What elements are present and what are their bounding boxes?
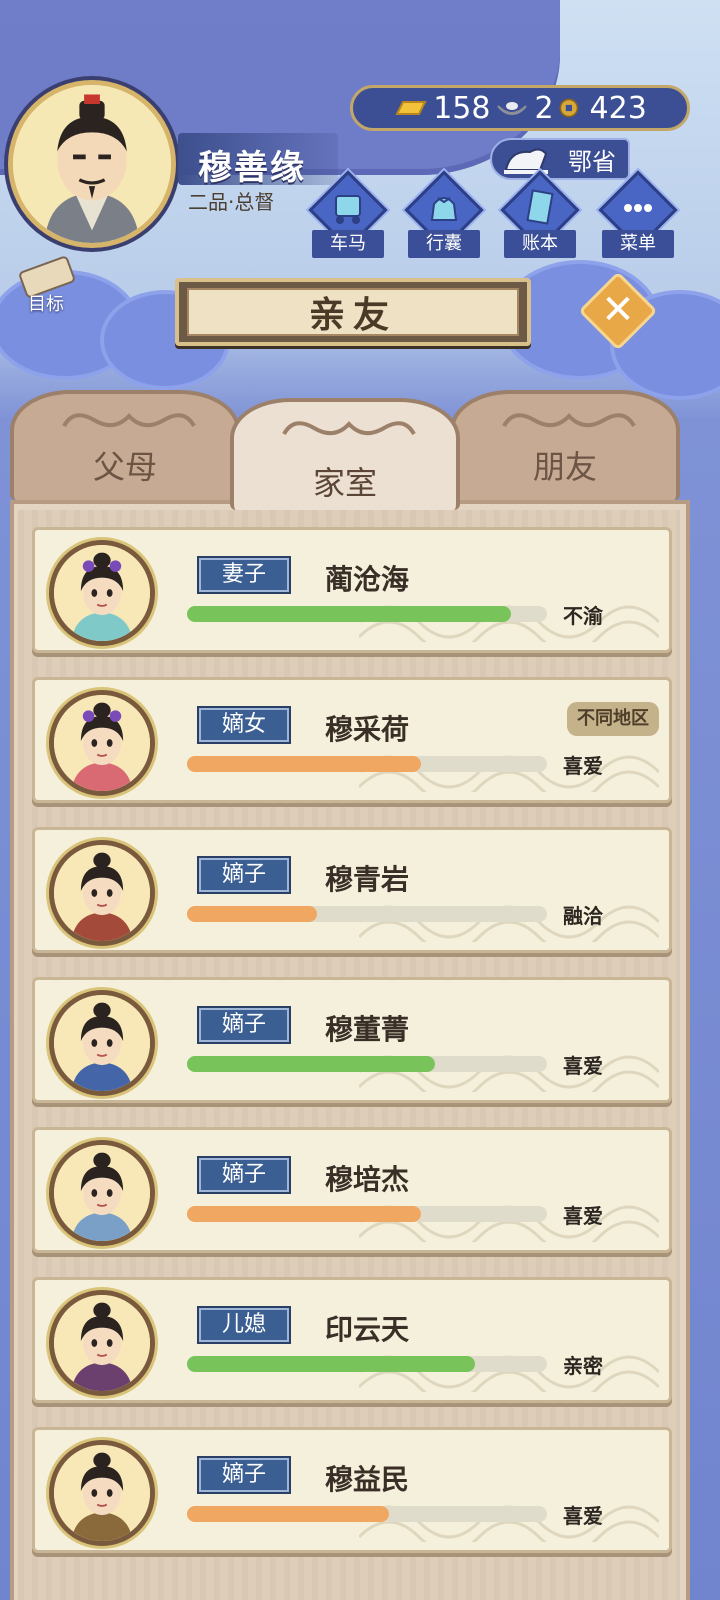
gold-bar-icon <box>395 101 427 115</box>
relation-name: 穆青岩 <box>325 863 410 896</box>
relation-card[interactable]: 嫡子 穆董菁 喜爱 <box>32 977 672 1103</box>
gold-amount: 158 <box>433 90 491 126</box>
affection-bar-fill <box>187 606 511 622</box>
affection-bar <box>187 756 547 772</box>
ledger-icon <box>526 189 554 225</box>
relation-mood: 喜爱 <box>563 1054 603 1078</box>
tab-label-friends: 朋友 <box>532 448 597 486</box>
player-name: 穆善缘 <box>198 148 306 188</box>
relation-portrait <box>49 990 155 1096</box>
location-tag: 不同地区 <box>567 702 659 736</box>
menu-button-bag[interactable]: 行囊 <box>404 170 484 262</box>
tab-household[interactable]: 家室 <box>230 398 460 510</box>
relation-card[interactable]: 妻子 蔺沧海 不渝 <box>32 527 672 653</box>
menu-label-bag: 行囊 <box>408 230 480 258</box>
relation-card[interactable]: 嫡子 穆青岩 融洽 <box>32 827 672 953</box>
affection-bar-fill <box>187 1506 389 1522</box>
relation-mood: 喜爱 <box>563 1204 603 1228</box>
menu-label-more: 菜单 <box>602 230 674 258</box>
page-title: 亲友 <box>308 295 397 336</box>
affection-bar-fill <box>187 1206 421 1222</box>
male-portrait-icon <box>54 995 150 1091</box>
close-icon: ✕ <box>601 287 635 333</box>
cloud-swirl-icon <box>502 413 636 428</box>
relation-name: 穆益民 <box>325 1463 410 1496</box>
menu-button-ledger[interactable]: 账本 <box>500 170 580 262</box>
male-portrait-icon <box>54 1445 150 1541</box>
relation-role: 嫡子 <box>197 1456 291 1494</box>
relation-name: 穆董菁 <box>325 1013 410 1046</box>
relation-mood: 喜爱 <box>563 1504 603 1528</box>
region-label: 鄂省 <box>568 147 616 176</box>
affection-bar-fill <box>187 906 317 922</box>
affection-bar <box>187 906 547 922</box>
carriage-icon <box>335 195 361 224</box>
menu-label-carriage: 车马 <box>312 230 384 258</box>
cloud-swirl-icon <box>62 413 196 428</box>
relation-card[interactable]: 嫡子 穆益民 喜爱 <box>32 1427 672 1553</box>
affection-bar <box>187 1056 547 1072</box>
male-portrait-icon <box>54 1295 150 1391</box>
tab-friends[interactable]: 朋友 <box>450 390 680 500</box>
relation-portrait <box>49 840 155 946</box>
relation-mood: 融洽 <box>563 904 603 928</box>
relation-card[interactable]: 儿媳 印云天 亲密 <box>32 1277 672 1403</box>
relation-role: 儿媳 <box>197 1306 291 1344</box>
relation-portrait <box>49 690 155 796</box>
relation-mood: 不渝 <box>563 604 603 628</box>
affection-bar <box>187 1356 547 1372</box>
relation-name: 印云天 <box>325 1313 410 1346</box>
coin-amount: 423 <box>589 90 647 126</box>
affection-bar <box>187 1206 547 1222</box>
bag-icon <box>430 197 458 221</box>
female-portrait-icon <box>54 545 150 641</box>
relation-portrait <box>49 1290 155 1396</box>
sedan-icon <box>504 148 548 174</box>
relation-name: 穆采荷 <box>325 713 410 746</box>
male-portrait-icon <box>54 845 150 941</box>
affection-bar-fill <box>187 1056 436 1072</box>
relation-mood: 亲密 <box>563 1354 603 1378</box>
title-board: 亲友 <box>175 278 531 346</box>
male-portrait-icon <box>54 1145 150 1241</box>
affection-bar <box>187 1506 547 1522</box>
relation-role: 嫡子 <box>197 1156 291 1194</box>
male-official-portrait-icon <box>13 85 171 243</box>
affection-bar <box>187 606 547 622</box>
cloud-swirl-icon <box>282 421 416 436</box>
player-avatar[interactable] <box>8 80 176 248</box>
female-portrait-icon <box>54 695 150 791</box>
silver-ingot-icon <box>497 102 528 116</box>
relation-role: 嫡子 <box>197 1006 291 1044</box>
copper-coin-icon <box>559 98 578 118</box>
tab-parents[interactable]: 父母 <box>10 390 240 500</box>
menu-button-more[interactable]: 菜单 <box>598 170 678 262</box>
more-icon <box>624 204 652 212</box>
relation-portrait <box>49 1440 155 1546</box>
relation-name: 穆培杰 <box>325 1163 410 1196</box>
relation-name: 蔺沧海 <box>325 563 410 596</box>
menu-label-ledger: 账本 <box>504 230 576 258</box>
affection-bar-fill <box>187 756 421 772</box>
relation-role: 嫡女 <box>197 706 291 744</box>
silver-amount: 2 <box>534 90 554 126</box>
relation-mood: 喜爱 <box>563 754 603 778</box>
relation-card[interactable]: 嫡女 穆采荷 喜爱 不同地区 <box>32 677 672 803</box>
goal-label: 目标 <box>28 294 64 315</box>
menu-button-carriage[interactable]: 车马 <box>308 170 388 262</box>
player-rank: 二品·总督 <box>188 190 275 214</box>
relation-card[interactable]: 嫡子 穆培杰 喜爱 <box>32 1127 672 1253</box>
relation-portrait <box>49 540 155 646</box>
affection-bar-fill <box>187 1356 475 1372</box>
relation-portrait <box>49 1140 155 1246</box>
relation-role: 嫡子 <box>197 856 291 894</box>
tab-label-parents: 父母 <box>92 448 157 486</box>
currency-bar: 158 2 423 <box>350 85 690 131</box>
relation-role: 妻子 <box>197 556 291 594</box>
tab-label-household: 家室 <box>312 464 377 502</box>
